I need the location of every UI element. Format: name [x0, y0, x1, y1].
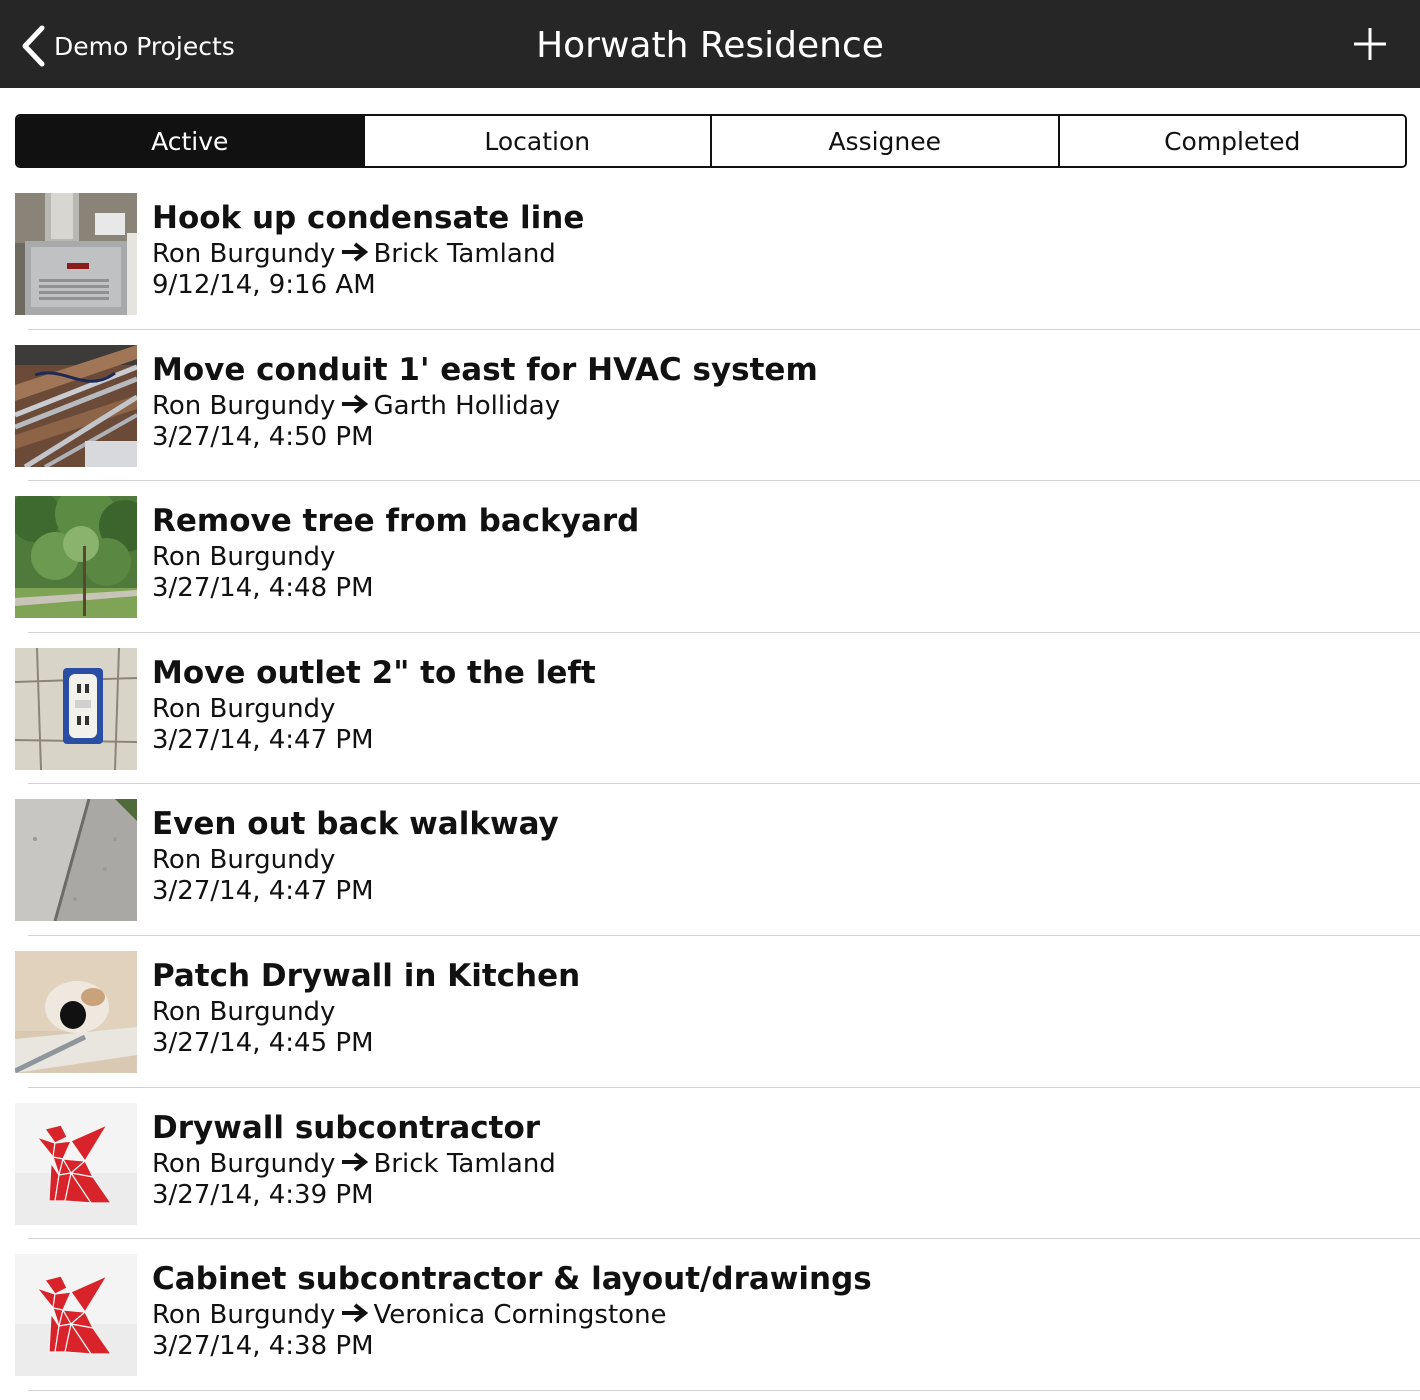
task-date: 3/27/14, 4:38 PM	[152, 1331, 374, 1362]
tab-active[interactable]: Active	[17, 116, 363, 166]
company-logo-thumbnail	[15, 1254, 137, 1377]
task-title: Hook up condensate line	[152, 200, 585, 236]
task-people: Ron Burgundy	[152, 996, 1400, 1028]
task-row[interactable]: Drywall subcontractor Ron Burgundy Brick T…	[0, 1088, 1420, 1240]
task-date: 3/27/14, 4:47 PM	[152, 876, 374, 907]
tab-assignee[interactable]: Assignee	[710, 116, 1058, 166]
task-row[interactable]: Even out back walkway Ron Burgundy 3/27/14…	[0, 784, 1420, 936]
add-task-button[interactable]	[1352, 26, 1388, 62]
task-people: Ron Burgundy	[152, 541, 1400, 573]
task-row[interactable]: Move conduit 1' east for HVAC system Ron …	[0, 330, 1420, 482]
task-date: 3/27/14, 4:45 PM	[152, 1027, 374, 1058]
task-title: Patch Drywall in Kitchen	[152, 957, 581, 994]
task-text: Hook up condensate line Ron Burgundy Brick…	[152, 198, 1400, 301]
back-button-label: Demo Projects	[54, 31, 235, 61]
task-assignee: Brick Tamland	[373, 1148, 556, 1179]
tab-completed[interactable]: Completed	[1057, 116, 1405, 166]
task-creator: Ron Burgundy	[152, 1148, 336, 1179]
task-title: Move conduit 1' east for HVAC system	[152, 351, 818, 388]
task-text: Remove tree from backyard Ron Burgundy 3/2…	[152, 501, 1400, 604]
chevron-left-icon	[20, 25, 46, 67]
task-text: Even out back walkway Ron Burgundy 3/27/14…	[152, 804, 1400, 907]
task-people: Ron Burgundy Garth Holliday	[152, 390, 1400, 422]
task-text: Cabinet subcontractor & layout/drawings R…	[152, 1259, 1400, 1362]
arrow-right-icon	[341, 1299, 369, 1331]
task-date: 9/12/14, 9:16 AM	[152, 270, 376, 300]
task-row[interactable]: Cabinet subcontractor & layout/drawings R…	[0, 1239, 1420, 1391]
task-text: Move outlet 2" to the left Ron Burgundy 3/…	[152, 653, 1400, 756]
task-photo-thumbnail	[15, 344, 137, 467]
task-date: 3/27/14, 4:48 PM	[152, 573, 374, 604]
task-row[interactable]: Patch Drywall in Kitchen Ron Burgundy 3/27…	[0, 936, 1420, 1088]
task-people: Ron Burgundy	[152, 693, 1400, 725]
task-assignee: Garth Holliday	[373, 390, 561, 421]
task-people: Ron Burgundy	[152, 844, 1400, 876]
task-title: Cabinet subcontractor & layout/drawings	[152, 1261, 872, 1298]
task-photo-thumbnail	[15, 193, 137, 315]
back-button[interactable]: Demo Projects	[20, 24, 235, 68]
task-title: Remove tree from backyard	[152, 503, 640, 540]
task-text: Drywall subcontractor Ron Burgundy Brick T…	[152, 1108, 1400, 1211]
task-assignee: Veronica Corningstone	[373, 1300, 667, 1331]
task-text: Move conduit 1' east for HVAC system Ron …	[152, 350, 1400, 453]
task-photo-thumbnail	[15, 496, 137, 619]
task-title: Move outlet 2" to the left	[152, 654, 596, 691]
task-row[interactable]: Hook up condensate line Ron Burgundy Brick…	[0, 178, 1420, 330]
task-photo-thumbnail	[15, 799, 137, 922]
filter-tabs: Active Location Assignee Completed	[15, 114, 1407, 168]
task-photo-thumbnail	[15, 950, 137, 1073]
task-assignee: Brick Tamland	[373, 239, 556, 269]
nav-bar: Demo Projects Horwath Residence	[0, 0, 1420, 88]
task-creator: Ron Burgundy	[152, 390, 336, 421]
task-people: Ron Burgundy Brick Tamland	[152, 238, 1400, 270]
task-people: Ron Burgundy Veronica Corningstone	[152, 1299, 1400, 1331]
task-row[interactable]: Remove tree from backyard Ron Burgundy 3/2…	[0, 481, 1420, 633]
arrow-right-icon	[341, 1148, 369, 1180]
task-creator: Ron Burgundy	[152, 542, 336, 573]
task-creator: Ron Burgundy	[152, 996, 336, 1027]
arrow-right-icon	[341, 390, 369, 422]
task-photo-thumbnail	[15, 647, 137, 770]
task-creator: Ron Burgundy	[152, 693, 336, 724]
plus-icon	[1352, 28, 1388, 66]
task-list: Hook up condensate line Ron Burgundy Brick…	[0, 178, 1420, 1391]
task-text: Patch Drywall in Kitchen Ron Burgundy 3/27…	[152, 956, 1400, 1059]
task-creator: Ron Burgundy	[152, 239, 336, 269]
task-people: Ron Burgundy Brick Tamland	[152, 1148, 1400, 1180]
task-creator: Ron Burgundy	[152, 845, 336, 876]
company-logo-thumbnail	[15, 1102, 137, 1225]
task-row[interactable]: Move outlet 2" to the left Ron Burgundy 3/…	[0, 633, 1420, 785]
task-title: Even out back walkway	[152, 806, 559, 843]
task-title: Drywall subcontractor	[152, 1109, 541, 1146]
task-date: 3/27/14, 4:47 PM	[152, 724, 374, 755]
task-creator: Ron Burgundy	[152, 1300, 336, 1331]
tab-location[interactable]: Location	[362, 116, 710, 166]
arrow-right-icon	[341, 238, 369, 270]
task-date: 3/27/14, 4:50 PM	[152, 421, 374, 452]
task-date: 3/27/14, 4:39 PM	[152, 1179, 374, 1210]
